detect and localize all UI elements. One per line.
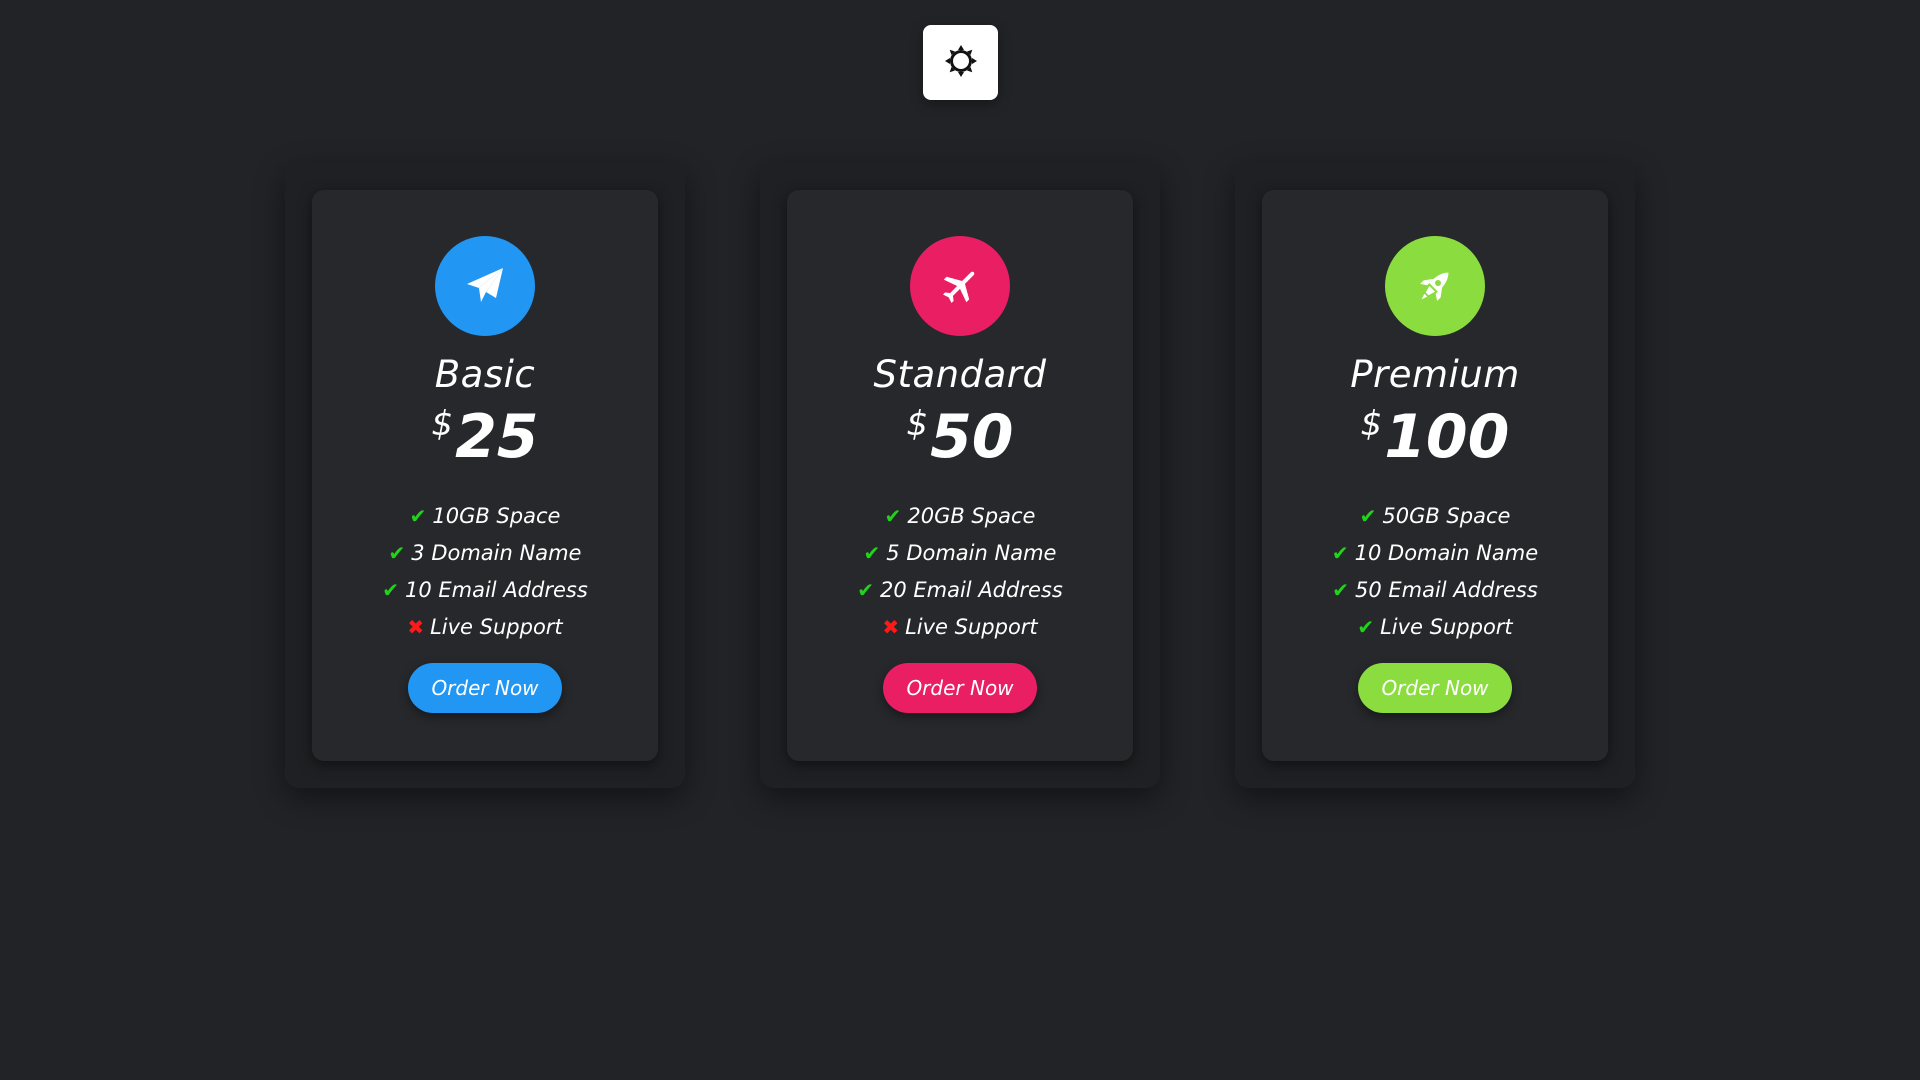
theme-toggle-button[interactable] <box>923 25 998 100</box>
pricing-card-standard: Standard $50 ✔ 20GB Space ✔ 5 Domain Name … <box>760 163 1160 788</box>
plan-price: $25 <box>312 407 658 467</box>
rocket-icon <box>1385 236 1485 336</box>
currency-symbol: $ <box>431 404 454 444</box>
feature-item: ✔ 10 Domain Name <box>1262 535 1608 572</box>
plan-name: Premium <box>1350 353 1520 396</box>
plan-price: $50 <box>787 407 1133 467</box>
feature-text: Live Support <box>905 615 1038 639</box>
plan-name: Basic <box>434 353 536 396</box>
check-icon: ✔ <box>388 541 406 565</box>
cross-icon: ✖ <box>882 615 900 639</box>
pricing-card-basic: Basic $25 ✔ 10GB Space ✔ 3 Domain Name ✔ 10… <box>285 163 685 788</box>
pricing-card-body: Standard $50 ✔ 20GB Space ✔ 5 Domain Name … <box>787 190 1133 761</box>
pricing-card-premium: Premium $100 ✔ 50GB Space ✔ 10 Domain Name… <box>1235 163 1635 788</box>
feature-text: 20GB Space <box>907 504 1036 528</box>
feature-list: ✔ 50GB Space ✔ 10 Domain Name ✔ 50 Email Ad… <box>1262 498 1608 646</box>
check-icon: ✔ <box>1332 578 1349 602</box>
paper-plane-icon <box>435 236 535 336</box>
feature-item: ✔ 5 Domain Name <box>787 535 1133 572</box>
check-icon: ✔ <box>863 541 881 565</box>
check-icon: ✔ <box>382 578 399 602</box>
check-icon: ✔ <box>857 578 874 602</box>
cross-icon: ✖ <box>407 615 425 639</box>
sun-icon <box>944 44 978 82</box>
feature-item: ✔ Live Support <box>1262 609 1608 646</box>
plan-name: Standard <box>873 353 1047 396</box>
airplane-icon <box>910 236 1010 336</box>
feature-text: Live Support <box>1380 615 1513 639</box>
plan-price: $100 <box>1262 407 1608 467</box>
pricing-cards: Basic $25 ✔ 10GB Space ✔ 3 Domain Name ✔ 10… <box>285 163 1635 788</box>
check-icon: ✔ <box>1357 615 1375 639</box>
feature-item: ✔ 50 Email Address <box>1262 572 1608 609</box>
currency-symbol: $ <box>906 404 929 444</box>
feature-text: 10GB Space <box>432 504 561 528</box>
feature-item: ✔ 10 Email Address <box>312 572 658 609</box>
feature-text: 5 Domain Name <box>886 541 1057 565</box>
feature-text: 10 Email Address <box>404 578 588 602</box>
feature-item: ✔ 10GB Space <box>312 498 658 535</box>
feature-text: 50GB Space <box>1382 504 1511 528</box>
feature-list: ✔ 20GB Space ✔ 5 Domain Name ✔ 20 Email Add… <box>787 498 1133 646</box>
feature-text: 20 Email Address <box>879 578 1063 602</box>
feature-text: 3 Domain Name <box>411 541 582 565</box>
feature-list: ✔ 10GB Space ✔ 3 Domain Name ✔ 10 Email Add… <box>312 498 658 646</box>
feature-text: Live Support <box>430 615 563 639</box>
feature-item: ✔ 20 Email Address <box>787 572 1133 609</box>
order-now-button[interactable]: Order Now <box>883 663 1037 713</box>
feature-item: ✖ Live Support <box>787 609 1133 646</box>
feature-item: ✔ 50GB Space <box>1262 498 1608 535</box>
check-icon: ✔ <box>1331 541 1349 565</box>
pricing-card-body: Basic $25 ✔ 10GB Space ✔ 3 Domain Name ✔ 10… <box>312 190 658 761</box>
check-icon: ✔ <box>409 504 427 528</box>
feature-text: 50 Email Address <box>1354 578 1538 602</box>
order-now-button[interactable]: Order Now <box>1358 663 1512 713</box>
price-amount: 25 <box>455 402 539 472</box>
feature-item: ✖ Live Support <box>312 609 658 646</box>
price-amount: 100 <box>1384 402 1510 472</box>
feature-item: ✔ 20GB Space <box>787 498 1133 535</box>
check-icon: ✔ <box>884 504 902 528</box>
feature-item: ✔ 3 Domain Name <box>312 535 658 572</box>
currency-symbol: $ <box>1360 404 1383 444</box>
pricing-card-body: Premium $100 ✔ 50GB Space ✔ 10 Domain Name… <box>1262 190 1608 761</box>
price-amount: 50 <box>930 402 1014 472</box>
check-icon: ✔ <box>1359 504 1377 528</box>
feature-text: 10 Domain Name <box>1354 541 1539 565</box>
order-now-button[interactable]: Order Now <box>408 663 562 713</box>
